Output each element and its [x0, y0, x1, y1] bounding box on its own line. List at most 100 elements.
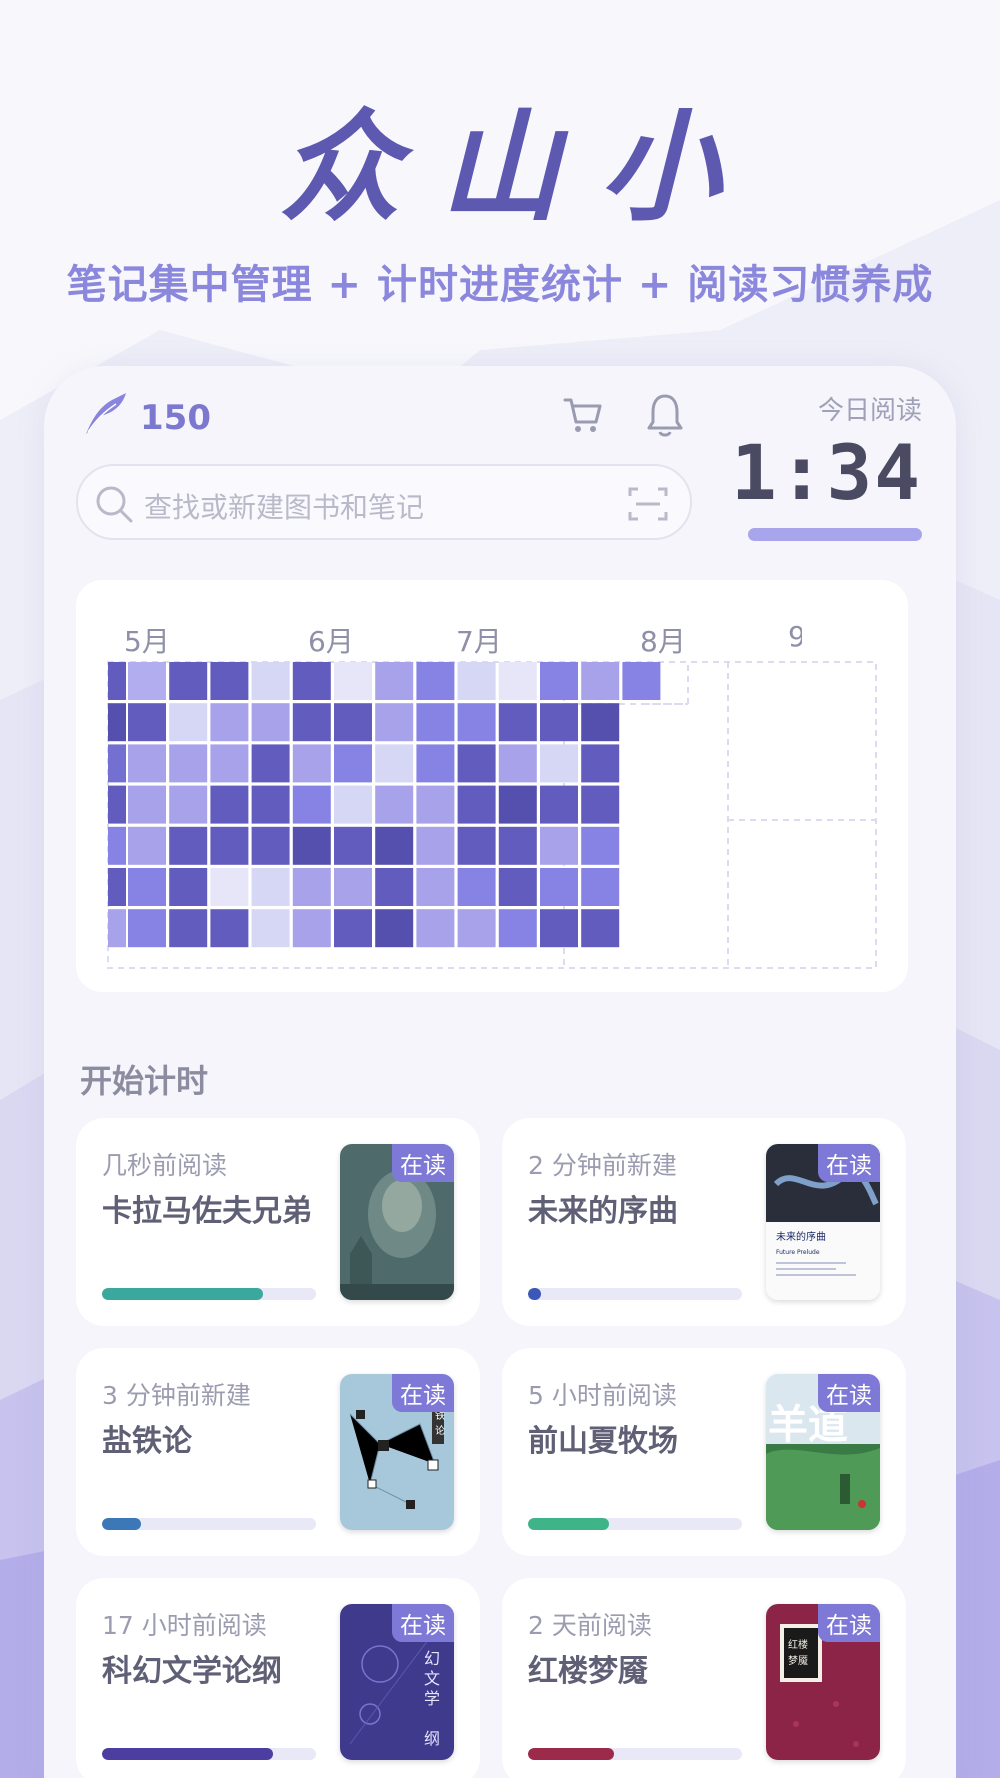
points-count: 150 — [140, 398, 211, 438]
heatmap-cell — [251, 826, 290, 865]
svg-text:学: 学 — [424, 1689, 440, 1708]
heatmap-cell — [334, 703, 372, 742]
reading-progress-fill — [528, 1288, 541, 1300]
book-title: 前山夏牧场 — [528, 1424, 678, 1459]
heatmap-cell — [416, 703, 455, 742]
heatmap-cell — [108, 703, 126, 742]
heatmap-cell — [457, 703, 496, 742]
heatmap-cell — [334, 909, 372, 948]
reading-progress-fill — [528, 1748, 614, 1760]
today-reading-timer[interactable]: 1:34 — [731, 428, 922, 517]
heatmap-cell — [498, 744, 537, 783]
heatmap-cell — [375, 909, 414, 948]
heatmap-cell — [457, 868, 496, 906]
book-last-read: 17 小时前阅读 — [102, 1611, 267, 1640]
book-card[interactable]: 几秒前阅读 卡拉马佐夫兄弟 在读 — [76, 1118, 480, 1326]
reading-status-badge: 在读 — [818, 1604, 880, 1642]
heatmap-cell — [169, 826, 208, 865]
svg-text:Future Prelude: Future Prelude — [776, 1249, 820, 1256]
book-card[interactable]: 5 小时前阅读 前山夏牧场 羊道 在读 — [502, 1348, 906, 1556]
heatmap-cell — [622, 662, 661, 700]
reading-progress-bar — [528, 1518, 742, 1530]
heatmap-cell — [292, 868, 331, 906]
bell-icon[interactable] — [644, 392, 686, 438]
heatmap-cell — [334, 868, 372, 906]
heatmap-cell — [540, 785, 578, 824]
book-card[interactable]: 2 天前阅读 红楼梦魇 红楼 梦魇 在读 — [502, 1578, 906, 1778]
heatmap-cell — [108, 662, 126, 700]
svg-text:文: 文 — [424, 1669, 440, 1688]
heatmap-cell — [108, 744, 126, 783]
heatmap-cell — [581, 662, 620, 700]
book-card[interactable]: 17 小时前阅读科幻文学论纲 幻文学纲 在读 — [76, 1578, 480, 1778]
heatmap-cell — [581, 744, 620, 783]
heatmap-cell — [108, 826, 126, 865]
search-input[interactable]: 查找或新建图书和笔记 — [76, 464, 692, 540]
heatmap-cell — [334, 826, 372, 865]
heatmap-cell — [375, 703, 414, 742]
heatmap-cell — [457, 744, 496, 783]
heatmap-cell — [108, 868, 126, 906]
heatmap-cell — [251, 868, 290, 906]
heatmap-cell — [128, 826, 166, 865]
heatmap-cell — [210, 826, 249, 865]
heatmap-cell — [292, 826, 331, 865]
reading-progress-fill — [528, 1518, 610, 1530]
heatmap-cell — [292, 703, 331, 742]
reading-progress-bar — [528, 1288, 742, 1300]
heatmap-cell — [334, 744, 372, 783]
heatmap-cell — [375, 785, 414, 824]
heatmap-cell — [251, 909, 290, 948]
scan-icon[interactable] — [628, 486, 668, 522]
book-title: 盐铁论 — [102, 1424, 192, 1459]
book-card[interactable]: 3 分钟前新建 盐铁论铁论在读 — [76, 1348, 480, 1556]
heatmap-cell — [251, 744, 290, 783]
heatmap-cell — [375, 662, 414, 700]
heatmap-cell — [251, 703, 290, 742]
heatmap-cell — [375, 868, 414, 906]
heatmap-cell — [498, 662, 537, 700]
heatmap-cell — [498, 826, 537, 865]
heatmap-cell — [210, 909, 249, 948]
heatmap-cell — [416, 909, 455, 948]
heatmap-cell — [251, 662, 290, 700]
heatmap-cell — [210, 744, 249, 783]
heatmap-cell — [334, 785, 372, 824]
heatmap-cell — [498, 785, 537, 824]
heatmap-cell — [416, 744, 455, 783]
heatmap-cell — [416, 826, 455, 865]
heatmap-cell — [128, 744, 166, 783]
app-screen: 150 今日阅读 1:34 查找或新建图书和笔记 5月 6月 7月 8月 9 开… — [44, 366, 956, 1778]
heatmap-cell — [540, 662, 578, 700]
reading-status-badge: 在读 — [392, 1144, 454, 1182]
cart-icon[interactable] — [562, 394, 604, 436]
book-card[interactable]: 2 分钟前新建 未来的序曲 未来的序曲 Future Prelude 在读 — [502, 1118, 906, 1326]
timer-progress-bar — [748, 528, 922, 541]
heatmap-cell — [457, 662, 496, 700]
heatmap-cell — [334, 662, 372, 700]
heatmap-cell — [581, 826, 620, 865]
heatmap-cell — [108, 785, 126, 824]
svg-text:纲: 纲 — [424, 1729, 440, 1748]
svg-text:梦魇: 梦魇 — [788, 1655, 808, 1667]
book-title: 科幻文学论纲 — [102, 1654, 282, 1689]
heatmap-cell — [210, 662, 249, 700]
svg-text:红楼: 红楼 — [788, 1638, 808, 1651]
heatmap-cell — [210, 868, 249, 906]
book-title: 红楼梦魇 — [528, 1654, 648, 1689]
heatmap-cell — [498, 909, 537, 948]
heatmap-cell — [457, 826, 496, 865]
book-title: 卡拉马佐夫兄弟 — [102, 1194, 312, 1229]
heatmap-cell — [540, 703, 578, 742]
heatmap-cell — [416, 662, 455, 700]
heatmap-cell — [416, 785, 455, 824]
reading-status-badge: 在读 — [392, 1604, 454, 1642]
heatmap-cell — [457, 909, 496, 948]
heatmap-cell — [169, 744, 208, 783]
svg-text:幻: 幻 — [424, 1649, 440, 1668]
heatmap-cell — [292, 744, 331, 783]
heatmap-cell — [540, 909, 578, 948]
app-logo: 众山小 — [280, 97, 760, 238]
heatmap-cell — [108, 909, 126, 948]
heatmap-cell — [210, 785, 249, 824]
